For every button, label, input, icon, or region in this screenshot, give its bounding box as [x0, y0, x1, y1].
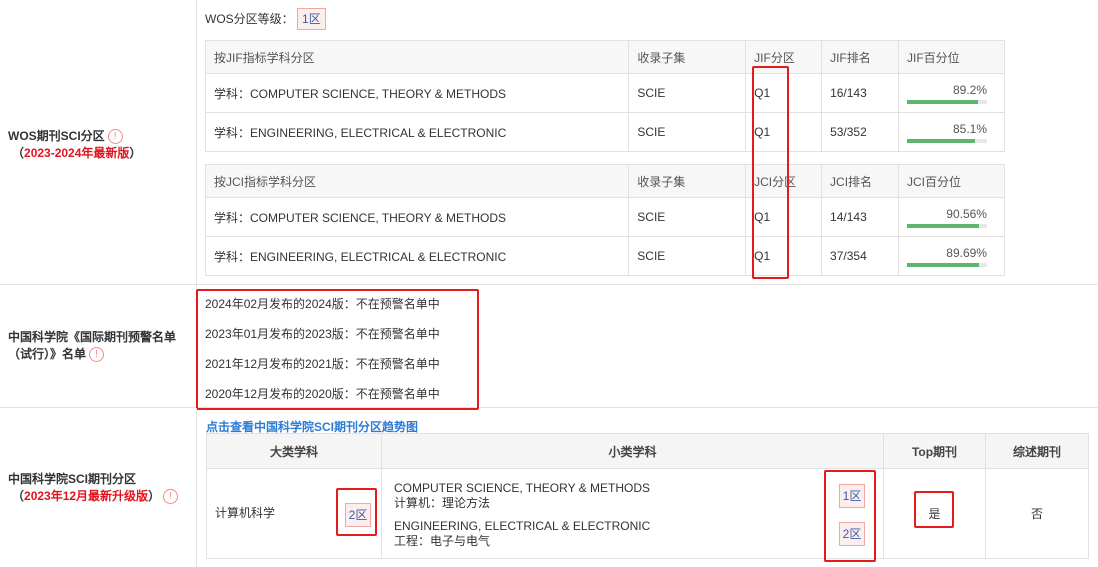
wos-level: WOS分区等级： 1区 [205, 8, 326, 30]
top-highlight-box [914, 491, 954, 528]
jci-table: 按JCI指标学科分区 收录子集 JCI分区 JCI排名 JCI百分位 学科：CO… [204, 164, 1006, 276]
cas-minor-en: COMPUTER SCIENCE, THEORY & METHODS [394, 481, 651, 495]
table-row: 学科：ENGINEERING, ELECTRICAL & ELECTRONIC … [204, 236, 1006, 276]
list-item: ENGINEERING, ELECTRICAL & ELECTRONIC 工程：… [394, 519, 650, 549]
wos-level-badge: 1区 [297, 8, 326, 30]
jif-percentile: 85.1% [898, 112, 1005, 152]
cas-minor-en: ENGINEERING, ELECTRICAL & ELECTRONIC [394, 519, 651, 533]
wos-title-cell: WOS期刊SCI分区! （2023-2024年最新版） [0, 0, 197, 284]
percentile-bar [907, 99, 987, 104]
jci-col-set: 收录子集 [628, 164, 747, 198]
table-row: 学科：ENGINEERING, ELECTRICAL & ELECTRONIC … [204, 112, 1005, 152]
cas-title: 中国科学院SCI期刊分区 （2023年12月最新升级版）! [8, 471, 190, 505]
journal-info-panel: WOS期刊SCI分区! （2023-2024年最新版） WOS分区等级： 1区 … [0, 0, 1098, 567]
jci-set: SCIE [628, 197, 747, 237]
warning-title-cell: 中国科学院《国际期刊预警名单（试行）》名单! [0, 285, 197, 407]
jif-subject: 学科：COMPUTER SCIENCE, THEORY & METHODS [204, 73, 630, 113]
jci-subject: 学科：ENGINEERING, ELECTRICAL & ELECTRONIC [204, 236, 630, 276]
jif-subject: 学科：ENGINEERING, ELECTRICAL & ELECTRONIC [204, 112, 630, 152]
jif-set: SCIE [628, 73, 747, 113]
cas-subtitle: 2023年12月最新升级版 [24, 489, 149, 503]
wos-section: WOS期刊SCI分区! （2023-2024年最新版） WOS分区等级： 1区 … [0, 0, 1098, 285]
percentile-bar-fill [907, 138, 976, 143]
cas-minor-cn: 工程：电子与电气 [394, 534, 491, 548]
cas-col-major: 大类学科 [206, 433, 382, 469]
jci-set: SCIE [628, 236, 747, 276]
wos-title: WOS期刊SCI分区! （2023-2024年最新版） [8, 129, 142, 160]
jci-col-subject: 按JCI指标学科分区 [204, 164, 630, 198]
jci-rank: 14/143 [821, 197, 899, 237]
percentile-bar-fill [906, 223, 980, 228]
jci-percentile: 89.69% [897, 236, 1006, 276]
table-row: 学科：COMPUTER SCIENCE, THEORY & METHODS SC… [204, 197, 1006, 237]
percentile-bar-fill [906, 262, 979, 267]
cas-col-minor: 小类学科 [381, 433, 884, 469]
jci-percentile: 90.56% [897, 197, 1006, 237]
percentile-bar-fill [907, 99, 979, 104]
jif-col-percentile: JIF百分位 [898, 40, 1005, 74]
cas-title-text: 中国科学院SCI期刊分区 [8, 472, 137, 486]
cas-minor-cn: 计算机：理论方法 [394, 496, 491, 510]
cas-review-value: 否 [1030, 507, 1043, 521]
warning-section: 中国科学院《国际期刊预警名单（试行）》名单! [0, 285, 1098, 408]
minor-zone-highlight-box [824, 470, 876, 562]
cas-major: 计算机科学 [215, 506, 276, 520]
cas-col-top: Top期刊 [883, 433, 986, 469]
warning-title: 中国科学院《国际期刊预警名单（试行）》名单! [8, 329, 190, 363]
percentile-bar [906, 262, 987, 267]
jif-set: SCIE [628, 112, 747, 152]
list-item: COMPUTER SCIENCE, THEORY & METHODS 计算机：理… [394, 481, 650, 511]
table-row: 学科：COMPUTER SCIENCE, THEORY & METHODS SC… [204, 73, 1005, 113]
percentile-text: 89.2% [952, 82, 987, 97]
jci-rank: 37/354 [821, 236, 899, 276]
jif-rank: 16/143 [821, 73, 899, 113]
jci-header-row: 按JCI指标学科分区 收录子集 JCI分区 JCI排名 JCI百分位 [204, 164, 1006, 198]
jif-rank: 53/352 [821, 112, 899, 152]
jif-header-row: 按JIF指标学科分区 收录子集 JIF分区 JIF排名 JIF百分位 [204, 40, 1005, 74]
jif-col-subject: 按JIF指标学科分区 [204, 40, 630, 74]
percentile-bar [906, 223, 987, 228]
wos-subtitle: 2023-2024年最新版 [24, 146, 130, 160]
cas-minor-cell: COMPUTER SCIENCE, THEORY & METHODS 计算机：理… [381, 468, 884, 559]
jci-col-rank: JCI排名 [821, 164, 899, 198]
percentile-text: 90.56% [946, 206, 987, 221]
cas-col-review: 综述期刊 [985, 433, 1089, 469]
jif-table: 按JIF指标学科分区 收录子集 JIF分区 JIF排名 JIF百分位 学科：CO… [204, 40, 1005, 152]
jif-col-set: 收录子集 [628, 40, 747, 74]
percentile-bar [907, 138, 987, 143]
percentile-text: 89.69% [946, 245, 987, 260]
cas-review-cell: 否 [985, 468, 1089, 559]
jif-col-rank: JIF排名 [821, 40, 899, 74]
wos-content: WOS分区等级： 1区 按JIF指标学科分区 收录子集 JIF分区 JIF排名 … [197, 0, 1098, 284]
jci-col-percentile: JCI百分位 [897, 164, 1006, 198]
percentile-text: 85.1% [952, 121, 987, 136]
info-icon[interactable]: ! [163, 489, 179, 505]
jif-percentile: 89.2% [898, 73, 1005, 113]
warning-highlight-box [196, 289, 479, 410]
info-icon[interactable]: ! [89, 347, 105, 363]
major-zone-highlight-box [336, 488, 377, 536]
cas-header-row: 大类学科 小类学科 Top期刊 综述期刊 [206, 433, 1089, 469]
wos-level-label: WOS分区等级： [205, 12, 294, 26]
quartile-highlight-box [752, 66, 789, 279]
wos-title-text: WOS期刊SCI分区 [8, 129, 105, 143]
info-icon[interactable]: ! [107, 129, 123, 145]
jci-subject: 学科：COMPUTER SCIENCE, THEORY & METHODS [204, 197, 630, 237]
cas-title-cell: 中国科学院SCI期刊分区 （2023年12月最新升级版）! [0, 408, 197, 567]
